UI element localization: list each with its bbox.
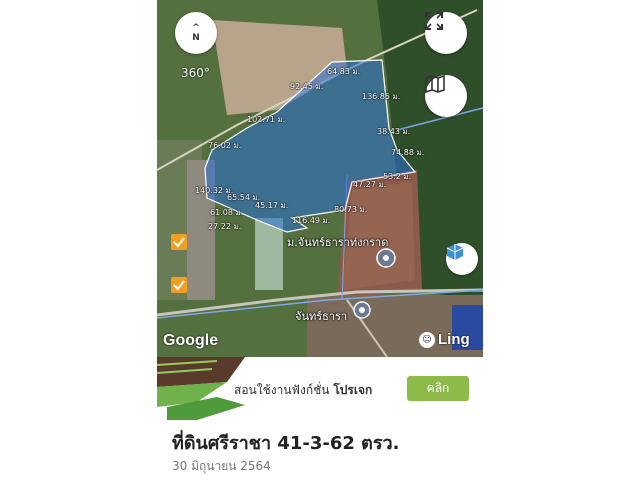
fullscreen-button[interactable] [425, 12, 467, 54]
left-margin [0, 0, 157, 480]
brand-label: Ling [438, 331, 470, 348]
measurement-label: 53.2 ม. [383, 172, 412, 181]
measurement-label: 92.45 ม. [290, 82, 324, 91]
location-pin[interactable] [353, 301, 371, 319]
measurement-label: 27.22 ม. [208, 222, 242, 231]
rotation-label: 360° [181, 66, 210, 80]
map-layers-icon [425, 75, 445, 93]
brand-watermark: ☺ Ling [419, 331, 470, 348]
banner-click-button[interactable]: คลิก [407, 376, 469, 401]
3d-view-button[interactable] [446, 243, 478, 275]
farm-field-illustration [157, 357, 245, 420]
measurement-label: 76.02 ม. [208, 141, 242, 150]
ling-logo-icon: ☺ [419, 331, 435, 348]
measurement-label: 74.88 ม. [391, 148, 425, 157]
place-label: จันทร์ธารา [295, 310, 348, 323]
map-layers-button[interactable] [425, 75, 467, 117]
measurement-label: 61.08 ม. [210, 208, 244, 217]
checkmark-icon [173, 237, 185, 248]
measurement-label: 45.17 ม. [255, 201, 289, 210]
place-label: ม.จันทร์ธาราท่งกราด [287, 236, 389, 249]
promo-banner: สอนใช้งานฟังก์ชั่น โปรเจก คลิก [157, 357, 483, 420]
compass-button[interactable]: ^ N [175, 12, 217, 54]
measurement-label: 38.43 ม. [377, 127, 411, 136]
banner-text: สอนใช้งานฟังก์ชั่น โปรเจก [234, 383, 373, 397]
fullscreen-icon [425, 12, 443, 30]
listing-title: ที่ดินศรีราชา 41-3-62 ตรว. [172, 433, 400, 454]
measurement-label: 47.27 ม. [353, 180, 387, 189]
measurement-label: 64.83 ม. [327, 67, 361, 76]
right-margin [483, 0, 640, 480]
location-pin[interactable] [376, 248, 396, 268]
3d-view-icon [446, 244, 464, 260]
layer-checkbox[interactable] [171, 234, 187, 250]
measurement-label: 80.73 ม. [334, 205, 368, 214]
satellite-map[interactable]: 64.83 ม. 92.45 ม. 136.85 ม. 102.71 ม. 38… [157, 0, 483, 357]
measurement-label: 136.85 ม. [362, 92, 401, 101]
listing-date: 30 มิถุนายน 2564 [172, 459, 271, 473]
map-imagery [157, 0, 483, 357]
layer-checkbox[interactable] [171, 277, 187, 293]
measurement-label: 102.71 ม. [247, 115, 286, 124]
checkmark-icon [173, 280, 185, 291]
google-attribution: Google [163, 332, 219, 349]
measurement-label: 116.49 ม. [292, 216, 331, 225]
compass-icon: ^ N [192, 23, 200, 43]
